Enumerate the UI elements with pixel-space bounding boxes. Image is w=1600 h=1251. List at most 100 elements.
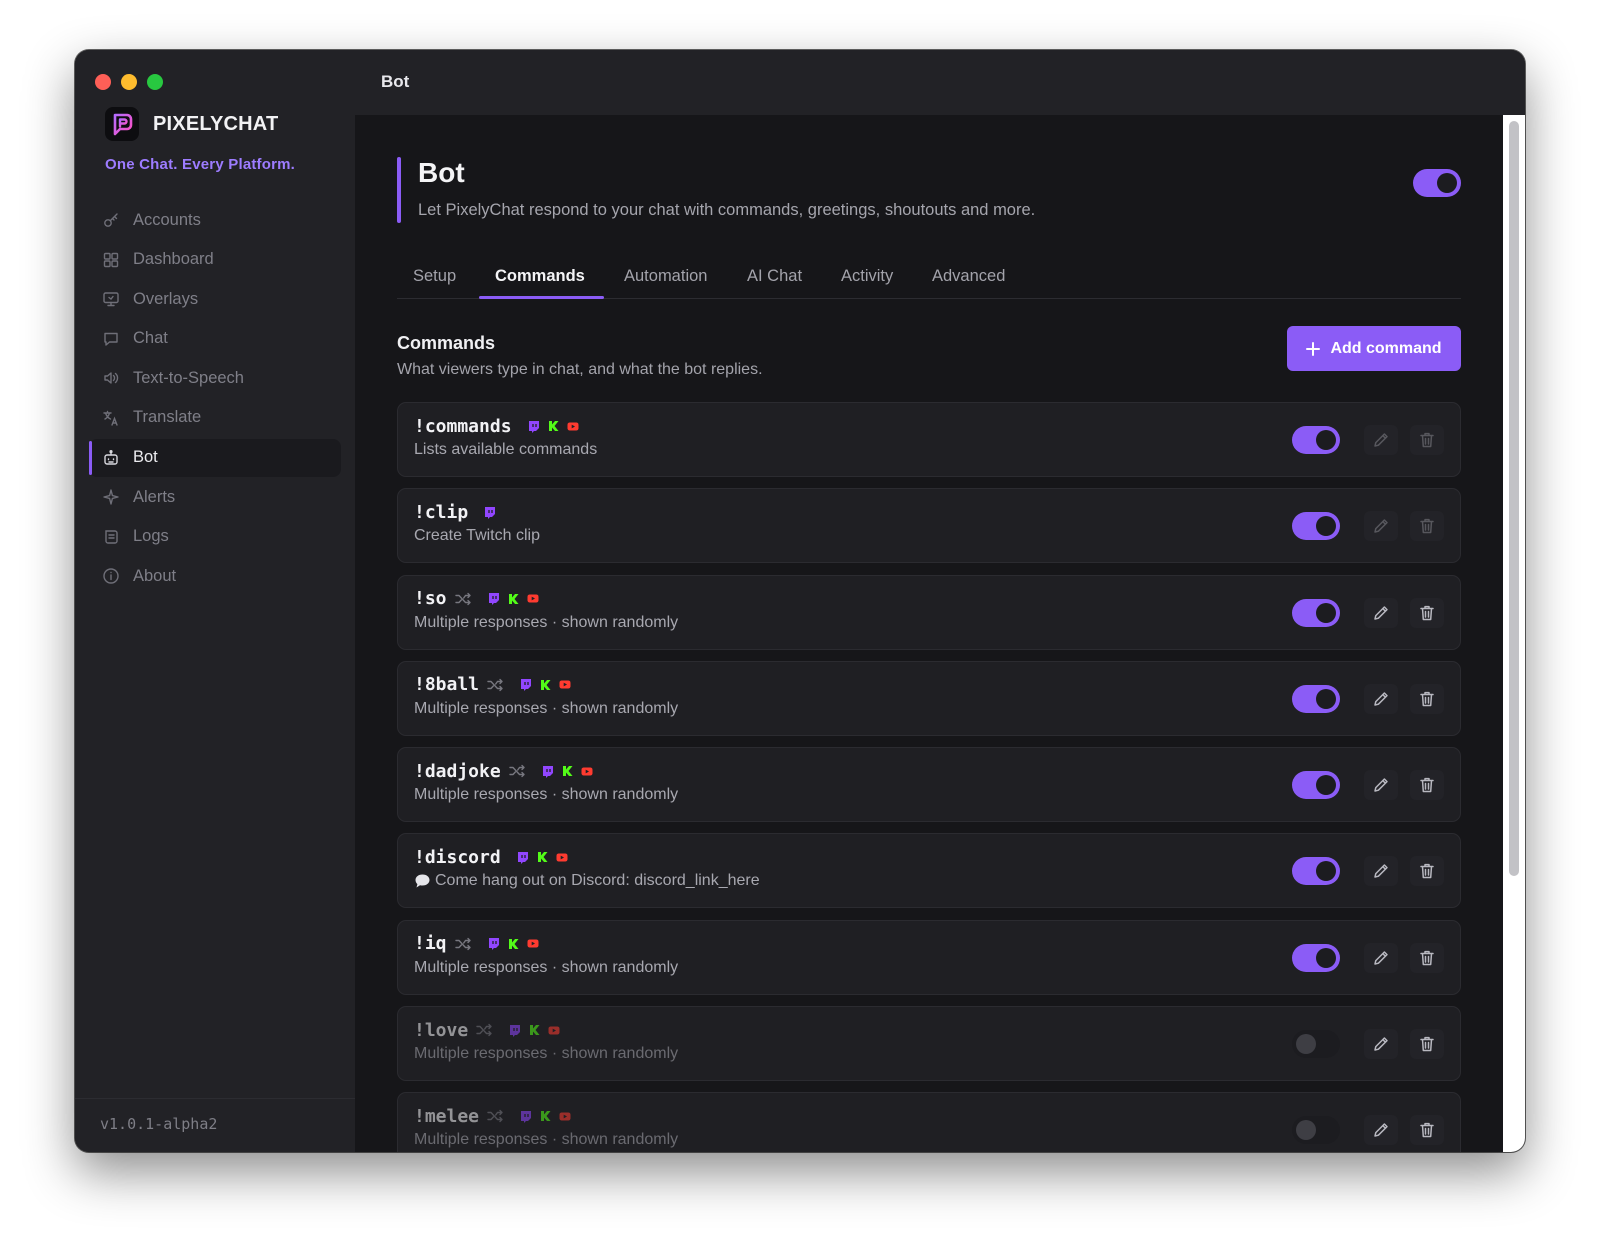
sidebar-item-overlays[interactable]: Overlays bbox=[89, 280, 341, 318]
delete-command-button[interactable] bbox=[1410, 683, 1444, 714]
command-enable-toggle[interactable] bbox=[1292, 512, 1340, 541]
sidebar-item-chat[interactable]: Chat bbox=[89, 320, 341, 358]
pencil-icon bbox=[1374, 1037, 1388, 1051]
scrollbar-thumb[interactable] bbox=[1509, 121, 1519, 876]
edit-command-button[interactable] bbox=[1364, 597, 1398, 628]
edit-command-button[interactable] bbox=[1364, 683, 1398, 714]
command-description-text: Create Twitch clip bbox=[414, 527, 540, 545]
sidebar-item-alerts[interactable]: Alerts bbox=[89, 478, 341, 516]
delete-command-button[interactable] bbox=[1410, 597, 1444, 628]
platform-badges bbox=[509, 1024, 560, 1037]
kick-icon bbox=[508, 938, 519, 949]
sidebar-item-accounts[interactable]: Accounts bbox=[89, 201, 341, 239]
edit-command-button[interactable] bbox=[1364, 942, 1398, 973]
trash-icon bbox=[1420, 605, 1434, 620]
command-enable-toggle[interactable] bbox=[1292, 1116, 1340, 1145]
command-enable-toggle[interactable] bbox=[1292, 771, 1340, 800]
command-row: !clip Create Twitch clip bbox=[397, 488, 1461, 564]
shuffle-icon bbox=[454, 937, 471, 950]
command-title: !8ball bbox=[414, 674, 1260, 696]
tab-bar: Setup Commands Automation AI Chat Activity Ad… bbox=[397, 254, 1461, 299]
command-description: Multiple responses · shown randomly bbox=[414, 1131, 1260, 1149]
edit-command-button[interactable] bbox=[1364, 425, 1398, 455]
pencil-icon bbox=[1374, 692, 1388, 706]
toggle-knob bbox=[1316, 430, 1336, 450]
command-description-text: Multiple responses · shown randomly bbox=[414, 958, 679, 976]
command-enable-toggle[interactable] bbox=[1292, 426, 1340, 454]
edit-command-button[interactable] bbox=[1364, 856, 1398, 887]
app-window: PIXELYCHAT One Chat. Every Platform. Acc… bbox=[75, 50, 1525, 1152]
sidebar-item-label: Translate bbox=[133, 408, 202, 427]
delete-command-button[interactable] bbox=[1410, 511, 1444, 542]
twitch-icon bbox=[521, 679, 532, 692]
kick-icon bbox=[548, 421, 559, 431]
command-actions bbox=[1292, 856, 1444, 887]
command-info: !commands Lists available commands bbox=[414, 415, 1260, 459]
minimize-window-button[interactable] bbox=[121, 74, 137, 90]
tab-ai-chat[interactable]: AI Chat bbox=[747, 267, 802, 286]
command-description: Multiple responses · shown randomly bbox=[414, 786, 1260, 804]
edit-command-button[interactable] bbox=[1364, 1029, 1398, 1060]
delete-command-button[interactable] bbox=[1410, 770, 1444, 801]
command-actions bbox=[1292, 770, 1444, 801]
platform-badges bbox=[528, 420, 579, 433]
edit-command-button[interactable] bbox=[1364, 511, 1398, 542]
command-row: !dadjoke Multiple responses · shown rando… bbox=[397, 747, 1461, 823]
command-info: !8ball Multiple responses · shown randoml… bbox=[414, 674, 1260, 718]
command-enable-toggle[interactable] bbox=[1292, 857, 1340, 886]
delete-command-button[interactable] bbox=[1410, 942, 1444, 973]
command-title: !so bbox=[414, 588, 1260, 610]
command-info: !discord Come hang out on Discord: discor… bbox=[414, 846, 1260, 890]
sidebar-item-dashboard[interactable]: Dashboard bbox=[89, 241, 341, 279]
pencil-icon bbox=[1374, 951, 1388, 965]
sidebar-item-text-to-speech[interactable]: Text-to-Speech bbox=[89, 359, 341, 397]
translate-icon bbox=[103, 410, 118, 426]
tab-activity[interactable]: Activity bbox=[841, 267, 893, 286]
command-enable-toggle[interactable] bbox=[1292, 943, 1340, 972]
edit-command-button[interactable] bbox=[1364, 1115, 1398, 1146]
command-enable-toggle[interactable] bbox=[1292, 1030, 1340, 1059]
tab-advanced[interactable]: Advanced bbox=[932, 267, 1005, 286]
trash-icon bbox=[1420, 1036, 1434, 1052]
command-enable-toggle[interactable] bbox=[1292, 598, 1340, 627]
delete-command-button[interactable] bbox=[1410, 1115, 1444, 1146]
scroll-icon bbox=[105, 530, 118, 544]
command-description: Lists available commands bbox=[414, 441, 1260, 459]
grid-icon bbox=[103, 252, 119, 267]
sidebar-item-about[interactable]: About bbox=[89, 557, 341, 595]
shuffle-icon bbox=[509, 764, 525, 778]
shuffle-icon bbox=[487, 1110, 503, 1123]
delete-command-button[interactable] bbox=[1410, 1029, 1444, 1060]
sidebar-item-translate[interactable]: Translate bbox=[89, 399, 341, 437]
platform-badges bbox=[520, 678, 571, 692]
trash-icon bbox=[1420, 519, 1434, 534]
tab-commands[interactable]: Commands bbox=[495, 267, 585, 286]
kick-icon bbox=[537, 852, 548, 863]
toggle-knob bbox=[1296, 1120, 1316, 1141]
delete-command-button[interactable] bbox=[1410, 856, 1444, 887]
twitch-icon bbox=[485, 506, 496, 519]
command-title: !iq bbox=[414, 933, 1260, 955]
maximize-window-button[interactable] bbox=[147, 74, 163, 90]
close-window-button[interactable] bbox=[95, 74, 111, 90]
pencil-icon bbox=[1374, 519, 1388, 534]
speech-bubble-icon bbox=[415, 874, 430, 888]
sidebar-item-logs[interactable]: Logs bbox=[89, 518, 341, 556]
tab-automation[interactable]: Automation bbox=[624, 267, 707, 286]
platform-badges bbox=[517, 851, 568, 864]
delete-command-button[interactable] bbox=[1410, 425, 1444, 455]
sidebar-item-bot[interactable]: Bot bbox=[89, 438, 341, 477]
sidebar-item-label: About bbox=[133, 566, 177, 585]
tab-setup[interactable]: Setup bbox=[413, 267, 456, 286]
sidebar-item-label: Overlays bbox=[133, 289, 199, 308]
platform-badges bbox=[542, 765, 593, 778]
twitch-icon bbox=[488, 593, 499, 606]
edit-command-button[interactable] bbox=[1364, 770, 1398, 801]
toggle-knob bbox=[1316, 688, 1336, 709]
scrollbar[interactable] bbox=[1503, 115, 1525, 1152]
command-title: !commands bbox=[414, 415, 1260, 437]
bot-enable-toggle[interactable] bbox=[1413, 169, 1461, 197]
command-enable-toggle[interactable] bbox=[1292, 684, 1340, 713]
add-command-button[interactable]: Add command bbox=[1287, 326, 1461, 371]
command-row: !8ball Multiple responses · shown randoml… bbox=[397, 660, 1461, 736]
